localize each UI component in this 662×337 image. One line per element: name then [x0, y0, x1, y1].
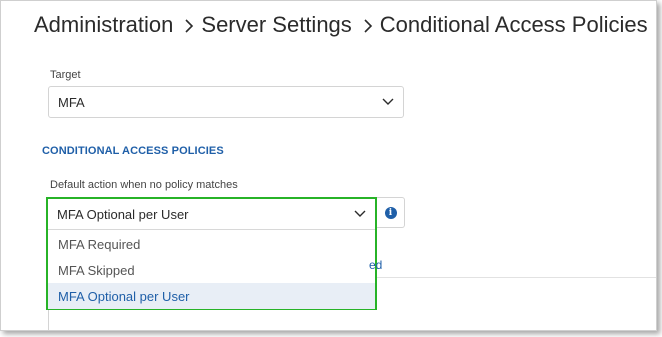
option-mfa-optional-per-user[interactable]: MFA Optional per User: [48, 283, 375, 309]
section-title: CONDITIONAL ACCESS POLICIES: [42, 145, 224, 157]
target-label: Target: [50, 69, 81, 81]
breadcrumb-administration[interactable]: Administration: [34, 12, 173, 38]
dropdown-options-list: MFA Required MFA Skipped MFA Optional pe…: [48, 231, 375, 309]
option-mfa-skipped[interactable]: MFA Skipped: [48, 257, 375, 283]
breadcrumb-conditional-access-policies: Conditional Access Policies: [379, 12, 648, 37]
breadcrumb: Administration Server Settings Condition…: [34, 12, 648, 38]
panel-border: [48, 310, 49, 330]
partial-tab-label[interactable]: ed: [369, 258, 382, 272]
chevron-down-icon: [382, 98, 394, 105]
info-icon: i: [384, 206, 397, 219]
breadcrumb-server-settings[interactable]: Server Settings: [201, 12, 351, 38]
option-mfa-required[interactable]: MFA Required: [48, 231, 375, 257]
target-select-value: MFA: [58, 94, 85, 110]
default-action-value: MFA Optional per User: [57, 206, 189, 222]
target-select[interactable]: MFA: [48, 86, 404, 118]
chevron-down-icon: [354, 210, 366, 217]
tab-divider: [377, 277, 656, 278]
default-action-select[interactable]: MFA Optional per User: [48, 199, 375, 230]
info-button[interactable]: i: [377, 197, 405, 228]
default-action-label: Default action when no policy matches: [50, 179, 238, 191]
chevron-right-icon: [362, 19, 374, 33]
chevron-right-icon: [183, 19, 195, 33]
page-frame: Administration Server Settings Condition…: [0, 0, 657, 331]
default-action-dropdown[interactable]: MFA Optional per User MFA Required MFA S…: [46, 197, 377, 310]
